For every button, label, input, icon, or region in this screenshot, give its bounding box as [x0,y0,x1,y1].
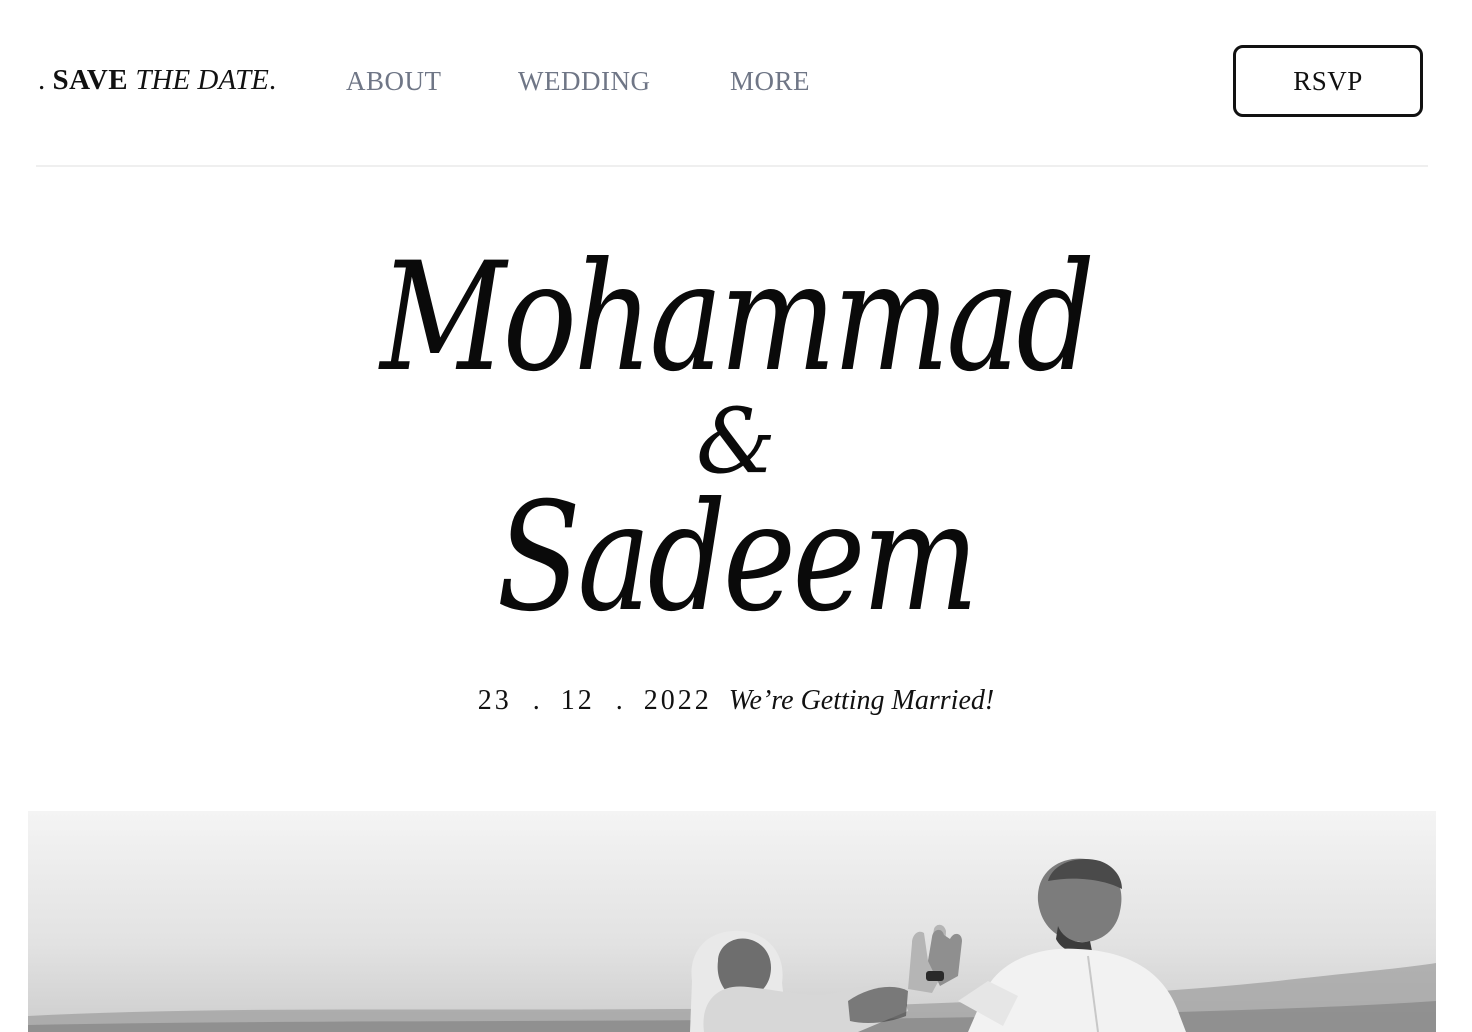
tagline: We’re Getting Married! [728,685,995,716]
date-year: 2022 [643,685,712,716]
rsvp-button[interactable]: RSVP [1233,45,1423,117]
brand-logo[interactable]: . SAVE THE DATE. [38,62,276,98]
site-header: . SAVE THE DATE. ABOUT WEDDING MORE RSVP [0,0,1472,167]
date-separator: . [615,685,623,716]
date-month: 12 [560,685,595,716]
date-day: 23 [477,685,512,716]
brand-prefix: . [38,64,46,96]
brand-the-date: THE DATE [135,64,269,96]
header-divider [36,165,1428,167]
nav-more-link[interactable]: MORE [730,64,810,98]
nav-about-link[interactable]: ABOUT [346,64,442,98]
couple-photo-illustration [28,811,1436,1032]
groom-name: Mohammad [380,231,1095,405]
nav-wedding-link[interactable]: WEDDING [518,64,650,98]
date-separator: . [532,685,540,716]
wedding-date-line: 23 . 12 . 2022 We’re Getting Married! [0,682,1472,720]
bride-name: Sadeem [496,471,979,645]
couple-photo [28,811,1436,1032]
brand-suffix: . [268,64,277,96]
brand-save: SAVE [52,64,129,96]
